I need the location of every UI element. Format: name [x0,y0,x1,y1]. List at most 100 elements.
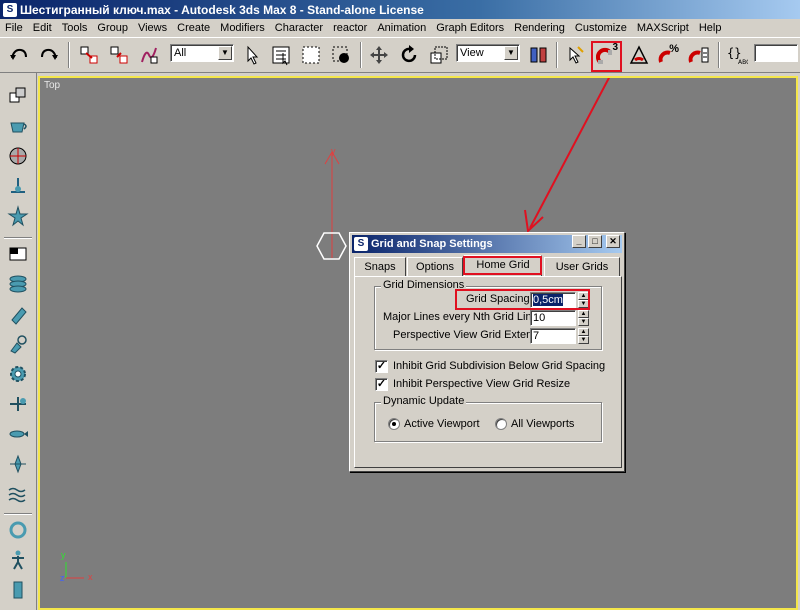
svg-text:{}: {} [727,46,741,60]
axis-x-label: x [88,572,93,582]
chevron-down-icon: ▼ [504,46,518,60]
menu-file[interactable]: File [0,22,28,34]
snaps-toggle-highlight [591,41,622,72]
create-box-icon[interactable] [5,83,31,109]
menu-tools[interactable]: Tools [57,22,93,34]
axis-z-label: z [60,573,65,583]
menu-edit[interactable]: Edit [28,22,57,34]
use-pivot-point-center-icon[interactable] [526,42,552,68]
perspective-extent-value: 7 [533,330,540,342]
menu-create[interactable]: Create [172,22,215,34]
spinner-snap-toggle-icon[interactable] [686,42,712,68]
edit-named-selection-sets-icon[interactable]: {}ABC [724,42,750,68]
menu-character[interactable]: Character [270,22,328,34]
menu-views[interactable]: Views [133,22,172,34]
menu-graph-editors[interactable]: Graph Editors [431,22,509,34]
select-and-link-icon[interactable] [76,42,102,68]
inhibit-grid-subdivision-label: Inhibit Grid Subdivision Below Grid Spac… [393,360,606,372]
paint-tool-icon[interactable] [5,331,31,357]
major-lines-value: 10 [533,312,546,324]
menu-rendering[interactable]: Rendering [509,22,570,34]
select-and-scale-icon[interactable] [426,42,452,68]
menu-help[interactable]: Help [694,22,727,34]
home-grid-panel: Grid Dimensions Grid Spacing: 0,5cm ▲ ▼ M… [354,276,622,468]
redo-icon[interactable] [36,42,62,68]
all-viewports-radio[interactable] [495,418,507,430]
select-by-name-icon[interactable] [268,42,294,68]
tab-user-grids[interactable]: User Grids [544,257,620,277]
minimize-button[interactable]: _ [572,235,586,248]
all-viewports-label: All Viewports [511,418,575,430]
active-viewport-radio[interactable] [388,418,400,430]
menu-reactor[interactable]: reactor [328,22,372,34]
rectangular-selection-region-icon[interactable] [298,42,324,68]
percent-symbol: % [669,43,679,55]
select-object-icon[interactable] [240,42,266,68]
tube-icon[interactable] [5,577,31,603]
perspective-extent-input[interactable]: 7 [530,328,576,344]
inhibit-perspective-resize-checkbox[interactable]: ✓ [375,378,388,391]
create-sphere-icon[interactable] [5,143,31,169]
cylinder-tool-icon[interactable] [5,301,31,327]
major-lines-label: Major Lines every Nth Grid Line: [383,311,541,323]
perspective-extent-spinner[interactable]: ▲ ▼ [578,328,589,344]
dialog-title: Grid and Snap Settings [371,238,493,250]
undo-icon[interactable] [6,42,32,68]
dialog-app-icon: S [354,237,368,251]
tab-options[interactable]: Options [407,257,463,277]
reference-coordinate-value: View [460,47,484,59]
menu-customize[interactable]: Customize [570,22,632,34]
biped-icon[interactable] [5,547,31,573]
chevron-down-icon: ▼ [218,46,232,60]
close-button[interactable]: ✕ [606,235,620,248]
menu-group[interactable]: Group [92,22,133,34]
layers-icon[interactable] [5,271,31,297]
major-lines-input[interactable]: 10 [530,310,576,326]
menu-bar: File Edit Tools Group Views Create Modif… [0,19,800,37]
angle-snap-toggle-icon[interactable] [626,42,652,68]
select-and-rotate-icon[interactable] [396,42,422,68]
main-toolbar: All ▼ View ▼ 3 % {} AB [0,37,800,73]
inhibit-perspective-resize-label: Inhibit Perspective View Grid Resize [393,378,571,390]
svg-text:ABC: ABC [738,59,748,66]
tab-snaps[interactable]: Snaps [354,257,406,277]
perspective-extent-label: Perspective View Grid Extent: [393,329,539,341]
gear-icon[interactable] [5,361,31,387]
grid-dimensions-legend: Grid Dimensions [381,279,467,291]
unlink-selection-icon[interactable] [106,42,132,68]
create-teapot-icon[interactable] [5,113,31,139]
percent-snap-toggle-icon[interactable]: % [656,42,682,68]
create-helper-icon[interactable] [5,173,31,199]
inhibit-grid-subdivision-checkbox[interactable]: ✓ [375,360,388,373]
dynamic-update-legend: Dynamic Update [381,395,467,407]
selection-filter-dropdown[interactable]: All ▼ [170,44,234,62]
left-tools-panel [0,73,37,610]
bones-icon[interactable] [5,391,31,417]
axis-y-label: y [61,550,66,560]
title-bar: S Шестигранный ключ.max - Autodesk 3ds M… [0,0,800,19]
menu-animation[interactable]: Animation [372,22,431,34]
app-icon: S [3,2,17,17]
particles-icon[interactable] [5,451,31,477]
major-lines-spinner[interactable]: ▲ ▼ [578,310,589,326]
selection-filter-value: All [174,47,187,59]
named-selection-sets-field[interactable] [754,44,798,62]
grid-spacing-highlight [455,289,590,310]
torus-knot-icon[interactable] [5,517,31,543]
plane-object-icon[interactable] [5,241,31,267]
active-viewport-label: Active Viewport [404,418,480,430]
gizmo-y-label: y [331,146,336,156]
fish-icon[interactable] [5,421,31,447]
grid-and-snap-settings-dialog: S Grid and Snap Settings _ □ ✕ Snaps Opt… [349,232,625,472]
maximize-button[interactable]: □ [588,235,602,248]
menu-maxscript[interactable]: MAXScript [632,22,694,34]
select-and-manipulate-icon[interactable] [562,42,588,68]
select-and-move-icon[interactable] [366,42,392,68]
window-crossing-icon[interactable] [328,42,354,68]
menu-modifiers[interactable]: Modifiers [215,22,270,34]
bind-to-space-warp-icon[interactable] [136,42,162,68]
reference-coordinate-dropdown[interactable]: View ▼ [456,44,520,62]
create-star-icon[interactable] [5,203,31,229]
window-title: Шестигранный ключ.max - Autodesk 3ds Max… [20,2,424,17]
wave-icon[interactable] [5,481,31,507]
